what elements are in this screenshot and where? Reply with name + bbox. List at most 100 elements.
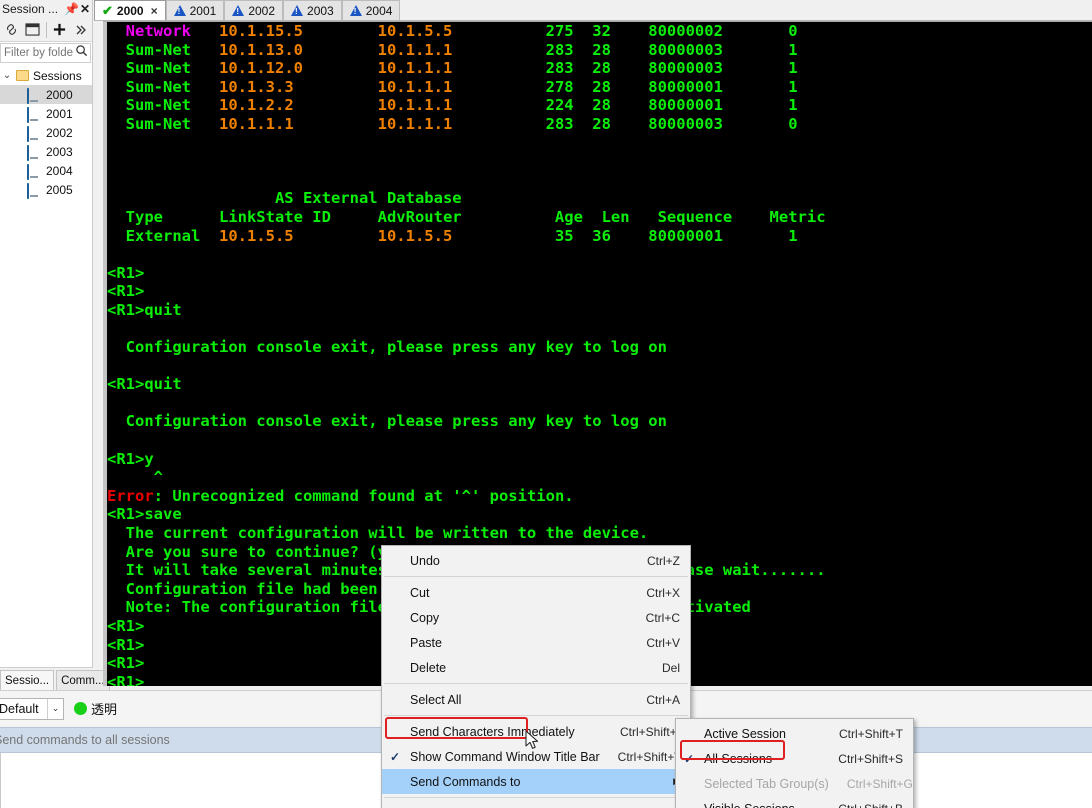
menu-item-label: Select All — [410, 692, 462, 707]
terminal-text: 283 28 80000003 1 — [526, 59, 798, 78]
session-filter-input[interactable] — [2, 46, 75, 60]
terminal-line: Sum-Net 10.1.1.1 10.1.1.1 283 28 8000000… — [107, 115, 1092, 134]
menu-item-delete[interactable]: Delete Del — [382, 655, 690, 680]
profile-select[interactable]: Default ⌄ — [0, 697, 64, 720]
panel-tab-commands[interactable]: Comm... — [56, 670, 110, 690]
tab-2002[interactable]: 2002 — [224, 0, 284, 20]
menu-item-send-commands-to[interactable]: Send Commands to▶ — [382, 769, 690, 794]
terminal-line: <R1>y — [107, 450, 1092, 469]
terminal-line: <R1>save — [107, 505, 1092, 524]
menu-item-copy[interactable]: Copy Ctrl+C — [382, 605, 690, 630]
terminal-text: <R1> — [107, 263, 145, 282]
terminal-text: The current configuration will be writte… — [107, 524, 649, 543]
close-icon[interactable]: ✕ — [78, 2, 92, 16]
window-icon[interactable] — [23, 20, 42, 40]
terminal-line: ^ — [107, 468, 1092, 487]
sidebar-item-2002[interactable]: 2002 — [0, 123, 92, 142]
checkmark-icon: ✓ — [684, 751, 695, 766]
terminal-text: 278 28 80000001 1 — [526, 77, 798, 96]
tab-2003[interactable]: 2003 — [283, 0, 342, 20]
terminal-text: 10.1.3.3 10.1.1.1 — [219, 77, 527, 96]
menu-separator — [384, 797, 688, 798]
folder-icon — [16, 70, 29, 81]
menu-item-select-all[interactable]: Select All Ctrl+A — [382, 687, 690, 712]
terminal-text: 10.1.2.2 10.1.1.1 — [219, 96, 527, 115]
sidebar-item-label: 2005 — [46, 182, 73, 197]
terminal-text: <R1> — [107, 282, 145, 301]
session-tree: ⌄ Sessions 2000 2001 2002 2003 2004 2005 — [0, 64, 92, 199]
menu-item-label: Selected Tab Group(s) — [704, 776, 829, 791]
menu-separator — [384, 715, 688, 716]
terminal-text: <R1> — [107, 635, 145, 654]
tab-2004[interactable]: 2004 — [341, 0, 401, 20]
plus-icon[interactable] — [50, 20, 69, 40]
terminal-line: Network 10.1.15.5 10.1.5.5 275 32 800000… — [107, 22, 1092, 41]
menu-item-shortcut: Ctrl+Z — [647, 553, 680, 568]
panel-tab-sessions[interactable]: Sessio... — [0, 670, 55, 690]
menu-item-label: Send Commands to — [410, 774, 521, 789]
submenu-item-active-session[interactable]: Active Session Ctrl+Shift+T — [676, 721, 913, 746]
session-tree-items: 2000 2001 2002 2003 2004 2005 — [0, 85, 92, 199]
submenu-item-all-sessions[interactable]: ✓ All Sessions Ctrl+Shift+S — [676, 746, 913, 771]
warning-icon — [349, 5, 362, 16]
status-indicator-label: 透明 — [91, 703, 118, 718]
session-panel-bottom-tabs: Sessio... Comm... — [0, 667, 110, 690]
menu-item-label: Delete — [410, 660, 447, 675]
session-filter-row[interactable] — [0, 43, 91, 63]
sidebar-item-2001[interactable]: 2001 — [0, 104, 92, 123]
menu-item-cut[interactable]: Cut Ctrl+X — [382, 580, 690, 605]
menu-item-label: Paste — [410, 635, 442, 650]
monitor-icon — [27, 182, 41, 199]
terminal-text: <R1>save — [107, 505, 182, 524]
monitor-icon — [27, 144, 41, 161]
session-panel-title: Session ... — [2, 2, 59, 16]
terminal-text: Configuration console exit, please press… — [107, 338, 667, 357]
chevron-down-icon[interactable]: ⌄ — [2, 70, 12, 81]
menu-separator — [384, 683, 688, 684]
search-icon[interactable] — [75, 44, 90, 62]
monitor-icon — [27, 106, 41, 123]
terminal-text: 224 28 80000001 1 — [526, 96, 798, 115]
chevron-down-icon[interactable]: ⌄ — [47, 698, 63, 719]
pin-icon[interactable]: 📌 — [64, 2, 79, 16]
tab-close-icon[interactable]: × — [151, 4, 158, 18]
terminal-text: Sum-Net — [125, 59, 219, 78]
monitor-icon — [27, 87, 41, 104]
terminal-text: ^ — [107, 468, 163, 487]
tab-2001[interactable]: 2001 — [165, 0, 225, 20]
terminal-text: Sum-Net — [125, 40, 219, 59]
menu-separator — [384, 576, 688, 577]
terminal-line: Sum-Net 10.1.2.2 10.1.1.1 224 28 8000000… — [107, 96, 1092, 115]
sidebar-item-2004[interactable]: 2004 — [0, 161, 92, 180]
menu-item-label: Active Session — [704, 726, 786, 741]
menu-item-shortcut: Ctrl+Shift+T — [838, 726, 903, 741]
menu-item-undo[interactable]: Undo Ctrl+Z — [382, 548, 690, 573]
terminal-text: Sum-Net — [125, 77, 219, 96]
terminal-line: Error: Unrecognized command found at '^'… — [107, 487, 1092, 506]
terminal-tab-strip: ✔2000 × 2001 2002 2003 2004 — [94, 0, 1092, 21]
chevron-double-right-icon[interactable] — [71, 20, 90, 40]
submenu-item-visible-sessions[interactable]: Visible Sessions Ctrl+Shift+B — [676, 796, 913, 808]
panel-tab-commands-label: Comm... — [61, 674, 105, 687]
menu-item-send-characters-immediately[interactable]: Send Characters Immediately Ctrl+Shift+I — [382, 719, 690, 744]
sidebar-item-2005[interactable]: 2005 — [0, 180, 92, 199]
terminal-line: AS External Database — [107, 189, 1092, 208]
panel-tab-sessions-label: Sessio... — [5, 674, 50, 687]
terminal-text: : Unrecognized command found at '^' posi… — [153, 486, 574, 505]
sidebar-item-2003[interactable]: 2003 — [0, 142, 92, 161]
menu-item-paste[interactable]: Paste Ctrl+V — [382, 630, 690, 655]
toolbar-separator — [45, 21, 47, 38]
menu-item-show-command-window-title-bar[interactable]: ✓ Show Command Window Title Bar Ctrl+Shift… — [382, 744, 690, 769]
tab-2000[interactable]: ✔ 2000 × — [94, 0, 166, 20]
link-icon[interactable] — [2, 20, 21, 40]
menu-item-properties[interactable]: PropertiesAlt+Enter — [382, 801, 690, 808]
terminal-line: The current configuration will be writte… — [107, 524, 1092, 543]
sidebar-item-2000[interactable]: 2000 — [0, 85, 92, 104]
session-tree-root[interactable]: ⌄ Sessions — [0, 66, 92, 85]
terminal-text: 10.1.1.1 10.1.1.1 — [219, 114, 527, 133]
